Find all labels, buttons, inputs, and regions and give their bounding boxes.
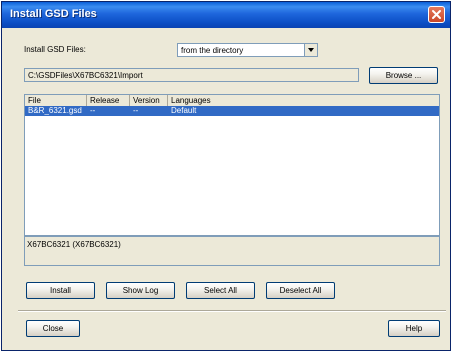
table-row[interactable]: B&R_6321.gsd -- -- Default bbox=[25, 106, 439, 116]
cell-languages: Default bbox=[171, 106, 197, 115]
window-title: Install GSD Files bbox=[10, 8, 97, 20]
install-button[interactable]: Install bbox=[26, 282, 95, 299]
cell-version: -- bbox=[133, 106, 139, 115]
close-button[interactable]: Close bbox=[26, 320, 80, 337]
directory-path-field: C:\GSDFiles\X67BC6321\Import bbox=[24, 68, 359, 82]
chevron-down-icon bbox=[308, 48, 314, 52]
install-gsd-dialog: Install GSD Files Install GSD Files: fro… bbox=[1, 1, 451, 351]
dropdown-arrow-button[interactable] bbox=[304, 44, 317, 56]
separator-line bbox=[18, 310, 446, 312]
dialog-body: Install GSD Files: from the directory C:… bbox=[2, 28, 450, 350]
device-info-text: X67BC6321 (X67BC6321) bbox=[27, 240, 121, 249]
help-button[interactable]: Help bbox=[388, 320, 440, 337]
close-icon bbox=[432, 10, 441, 19]
source-dropdown[interactable]: from the directory bbox=[177, 43, 318, 57]
cell-file: B&R_6321.gsd bbox=[28, 106, 82, 115]
source-label: Install GSD Files: bbox=[24, 45, 86, 54]
show-log-button[interactable]: Show Log bbox=[106, 282, 175, 299]
gsd-file-list[interactable]: File Release Version Languages B&R_6321.… bbox=[24, 94, 440, 236]
window-close-button[interactable] bbox=[428, 6, 445, 23]
device-info-box: X67BC6321 (X67BC6321) bbox=[24, 236, 440, 266]
cell-release: -- bbox=[90, 106, 96, 115]
column-header-release[interactable]: Release bbox=[87, 95, 130, 106]
column-header-version[interactable]: Version bbox=[130, 95, 168, 106]
column-header-languages[interactable]: Languages bbox=[168, 95, 439, 106]
column-header-file[interactable]: File bbox=[25, 95, 87, 106]
select-all-button[interactable]: Select All bbox=[186, 282, 255, 299]
deselect-all-button[interactable]: Deselect All bbox=[266, 282, 335, 299]
source-dropdown-value: from the directory bbox=[181, 46, 244, 55]
directory-path-text: C:\GSDFiles\X67BC6321\Import bbox=[28, 71, 143, 80]
title-bar[interactable]: Install GSD Files bbox=[2, 2, 450, 28]
browse-button[interactable]: Browse ... bbox=[369, 67, 438, 84]
